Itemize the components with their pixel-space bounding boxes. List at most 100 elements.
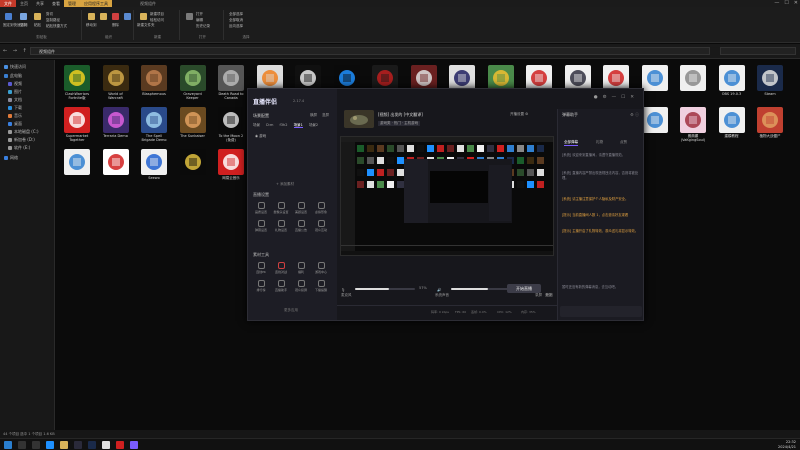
replay-button[interactable]: 回放 bbox=[546, 293, 553, 298]
file-item[interactable]: Steam bbox=[755, 65, 785, 100]
scene-item[interactable]: 场景 bbox=[253, 123, 260, 127]
tab-gifts[interactable]: 礼物 bbox=[596, 140, 603, 145]
ribbon-cut[interactable]: 剪切 bbox=[46, 12, 53, 17]
tool-quality[interactable]: 画质设置 bbox=[251, 202, 271, 214]
tool-danmaku[interactable]: 弹幕设置 bbox=[251, 220, 271, 232]
settings-icon[interactable]: ⚙ bbox=[603, 95, 612, 100]
file-item[interactable]: To the Moon 2 (免费) bbox=[216, 107, 246, 142]
ribbon-copy-path[interactable]: 复制路径 bbox=[46, 18, 60, 23]
file-item[interactable]: Terraria Demo bbox=[101, 107, 131, 142]
nav-arrows[interactable]: ← → ↑ bbox=[3, 48, 29, 54]
tab-file[interactable]: 文件 bbox=[0, 0, 16, 7]
sidebar-item-drive-e[interactable]: 软件 (E:) bbox=[8, 145, 30, 151]
move-icon[interactable] bbox=[88, 13, 95, 20]
stream-category[interactable]: 游戏类 · 热门 · 主机游戏 bbox=[378, 121, 421, 126]
tool-end-reminder[interactable]: 下播提醒 bbox=[311, 280, 331, 292]
file-item[interactable] bbox=[678, 65, 708, 100]
explorer-icon[interactable] bbox=[60, 441, 68, 449]
notepad-icon[interactable] bbox=[102, 441, 110, 449]
tool-beauty[interactable]: 美颜设置 bbox=[291, 202, 311, 214]
file-item[interactable]: Seewo bbox=[139, 149, 169, 184]
tab-app-tools[interactable]: 应用程序工具 bbox=[80, 0, 112, 7]
minimize-icon[interactable]: — bbox=[774, 0, 779, 7]
paste-icon[interactable] bbox=[34, 13, 41, 20]
ribbon-select-none[interactable]: 全部取消 bbox=[229, 18, 243, 23]
file-item[interactable]: 建模教程 bbox=[717, 107, 747, 142]
file-item[interactable]: The Spell Brigade Demo bbox=[139, 107, 169, 142]
ribbon-invert-selection[interactable]: 反向选择 bbox=[229, 24, 243, 29]
mic-volume-slider[interactable] bbox=[355, 288, 415, 290]
sidebar-item-videos[interactable]: 视频 bbox=[8, 81, 22, 87]
system-volume-slider[interactable] bbox=[451, 288, 511, 290]
file-item[interactable]: ClashWarriors Fortnite版 bbox=[62, 65, 92, 100]
tab-likes[interactable]: 点赞 bbox=[620, 140, 627, 145]
start-icon[interactable] bbox=[4, 441, 12, 449]
speaker-icon[interactable]: 🔊 bbox=[437, 288, 441, 292]
minimize-icon[interactable]: — bbox=[612, 95, 622, 100]
delete-icon[interactable] bbox=[112, 13, 119, 20]
steam-icon[interactable] bbox=[88, 441, 96, 449]
tool-battle[interactable]: 连线对战 bbox=[271, 262, 291, 274]
file-item[interactable]: OBS 19.0.3 bbox=[717, 65, 747, 100]
task-view-icon[interactable] bbox=[32, 441, 40, 449]
scene-item[interactable]: f3h2 bbox=[280, 123, 288, 127]
file-item[interactable]: World of Warcraft bbox=[101, 65, 131, 100]
more-tools-link[interactable]: 更多应用 bbox=[284, 308, 298, 313]
tool-ranking[interactable]: 排行榜 bbox=[251, 280, 271, 292]
address-path[interactable]: 视频组件 bbox=[30, 47, 710, 55]
live-companion-icon[interactable] bbox=[130, 441, 138, 449]
sidebar-item-desktop[interactable]: 桌面 bbox=[8, 121, 22, 127]
chat-input[interactable] bbox=[560, 306, 642, 317]
scene-item[interactable]: D:m bbox=[266, 123, 273, 127]
sidebar-item-music[interactable]: 音乐 bbox=[8, 113, 22, 119]
stream-title[interactable]: [视频] 出发的 [中文翻译] bbox=[378, 112, 423, 118]
chat-settings-icon[interactable]: ⚙ ⓘ bbox=[630, 112, 639, 118]
sidebar-item-drive-d[interactable]: 新加卷 (D:) bbox=[8, 137, 35, 143]
stream-cover[interactable] bbox=[344, 110, 374, 128]
maximize-icon[interactable]: ☐ bbox=[784, 0, 788, 7]
tab-manage[interactable]: 管理 bbox=[64, 0, 80, 7]
new-folder-icon[interactable] bbox=[140, 13, 147, 20]
tool-game-center[interactable]: 游戏中心 bbox=[311, 262, 331, 274]
ribbon-edit[interactable]: 编辑 bbox=[196, 18, 203, 23]
ribbon-paste[interactable]: 粘贴 bbox=[34, 23, 41, 28]
tab-home[interactable]: 主页 bbox=[16, 0, 32, 7]
file-item[interactable]: Supermarket Together bbox=[62, 107, 92, 142]
search-input[interactable] bbox=[720, 47, 796, 55]
close-icon[interactable]: ✕ bbox=[794, 0, 798, 7]
file-item[interactable] bbox=[640, 107, 670, 142]
tool-pk[interactable]: 连线PK bbox=[251, 262, 271, 274]
tab-view[interactable]: 查看 bbox=[48, 0, 64, 7]
sidebar-item-quick-access[interactable]: 快速访问 bbox=[4, 64, 26, 70]
scene-header[interactable]: 场景配置 bbox=[253, 113, 269, 119]
file-item[interactable] bbox=[62, 149, 92, 184]
edge-icon[interactable] bbox=[46, 441, 54, 449]
tab-share[interactable]: 共享 bbox=[32, 0, 48, 7]
ribbon-copy[interactable]: 复制 bbox=[20, 23, 27, 28]
sidebar-item-documents[interactable]: 文档 bbox=[8, 97, 22, 103]
sidebar-item-this-pc[interactable]: 此电脑 bbox=[4, 73, 22, 79]
tool-camera[interactable]: 摄像头设置 bbox=[271, 202, 291, 214]
sidebar-item-drive-c[interactable]: 本地磁盘 (C:) bbox=[8, 129, 39, 135]
ribbon-new-item[interactable]: 新建项目 bbox=[150, 12, 164, 17]
file-item[interactable]: 网易云音乐 bbox=[216, 149, 246, 184]
sidebar-item-pictures[interactable]: 图片 bbox=[8, 89, 22, 95]
mic-icon[interactable]: 🎙 bbox=[341, 288, 345, 292]
sidebar-item-downloads[interactable]: 下载 bbox=[8, 105, 22, 111]
file-item[interactable]: Death Road to Canada bbox=[216, 65, 246, 100]
tool-cast[interactable]: 观众投屏 bbox=[291, 280, 311, 292]
sidebar-item-network[interactable]: 网络 bbox=[4, 155, 18, 161]
search-icon[interactable] bbox=[18, 441, 26, 449]
tab-portrait[interactable]: 竖屏 bbox=[322, 113, 329, 118]
scene-item[interactable]: 场景2 bbox=[309, 123, 318, 127]
properties-icon[interactable] bbox=[186, 13, 193, 20]
record-button[interactable]: 录屏 bbox=[535, 293, 542, 298]
stream-preview[interactable] bbox=[340, 136, 554, 256]
copy-icon[interactable] bbox=[20, 13, 27, 20]
music-app-icon[interactable] bbox=[116, 441, 124, 449]
tool-gift[interactable]: 礼物设置 bbox=[271, 220, 291, 232]
avatar-icon[interactable]: ● bbox=[594, 95, 603, 100]
settings-icon[interactable] bbox=[74, 441, 82, 449]
file-item[interactable]: 雅典娜(VaKgingSoul) bbox=[678, 107, 708, 142]
ribbon-delete[interactable]: 删除 bbox=[112, 23, 119, 28]
